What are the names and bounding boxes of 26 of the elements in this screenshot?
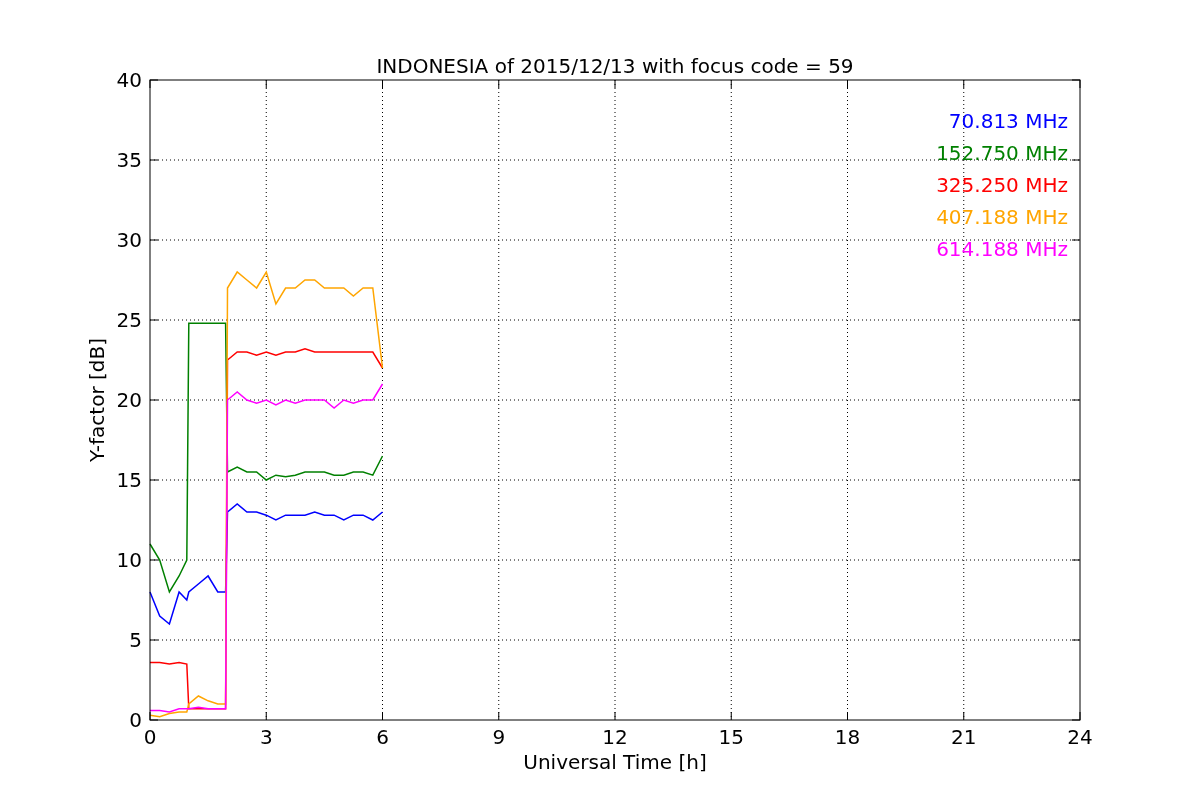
x-tick-label: 6 xyxy=(376,725,389,749)
legend-label: 70.813 MHz xyxy=(948,109,1068,133)
x-tick-label: 12 xyxy=(602,725,628,749)
legend-label: 152.750 MHz xyxy=(936,141,1068,165)
legend-label: 614.188 MHz xyxy=(936,237,1068,261)
y-tick-label: 5 xyxy=(129,628,142,652)
x-tick-label: 21 xyxy=(951,725,977,749)
legend-label: 407.188 MHz xyxy=(936,205,1068,229)
x-tick-label: 9 xyxy=(492,725,506,749)
legend-label: 325.250 MHz xyxy=(936,173,1068,197)
x-tick-label: 3 xyxy=(259,725,273,749)
y-tick-label: 40 xyxy=(116,68,142,92)
y-axis-label: Y-factor [dB] xyxy=(85,338,109,462)
y-tick-label: 10 xyxy=(116,548,142,572)
y-tick-label: 25 xyxy=(116,308,142,332)
x-tick-label: 18 xyxy=(834,725,861,749)
x-axis-label: Universal Time [h] xyxy=(523,750,707,774)
x-tick-label: 15 xyxy=(718,725,744,749)
chart-title: INDONESIA of 2015/12/13 with focus code = 59 xyxy=(376,54,854,78)
x-tick-label: 0 xyxy=(143,725,157,749)
y-tick-label: 20 xyxy=(116,388,142,412)
y-tick-label: 30 xyxy=(116,228,142,252)
y-tick-label: 15 xyxy=(116,468,142,492)
y-tick-label: 0 xyxy=(129,708,142,732)
x-tick-label: 24 xyxy=(1067,725,1093,749)
y-tick-label: 35 xyxy=(116,148,142,172)
